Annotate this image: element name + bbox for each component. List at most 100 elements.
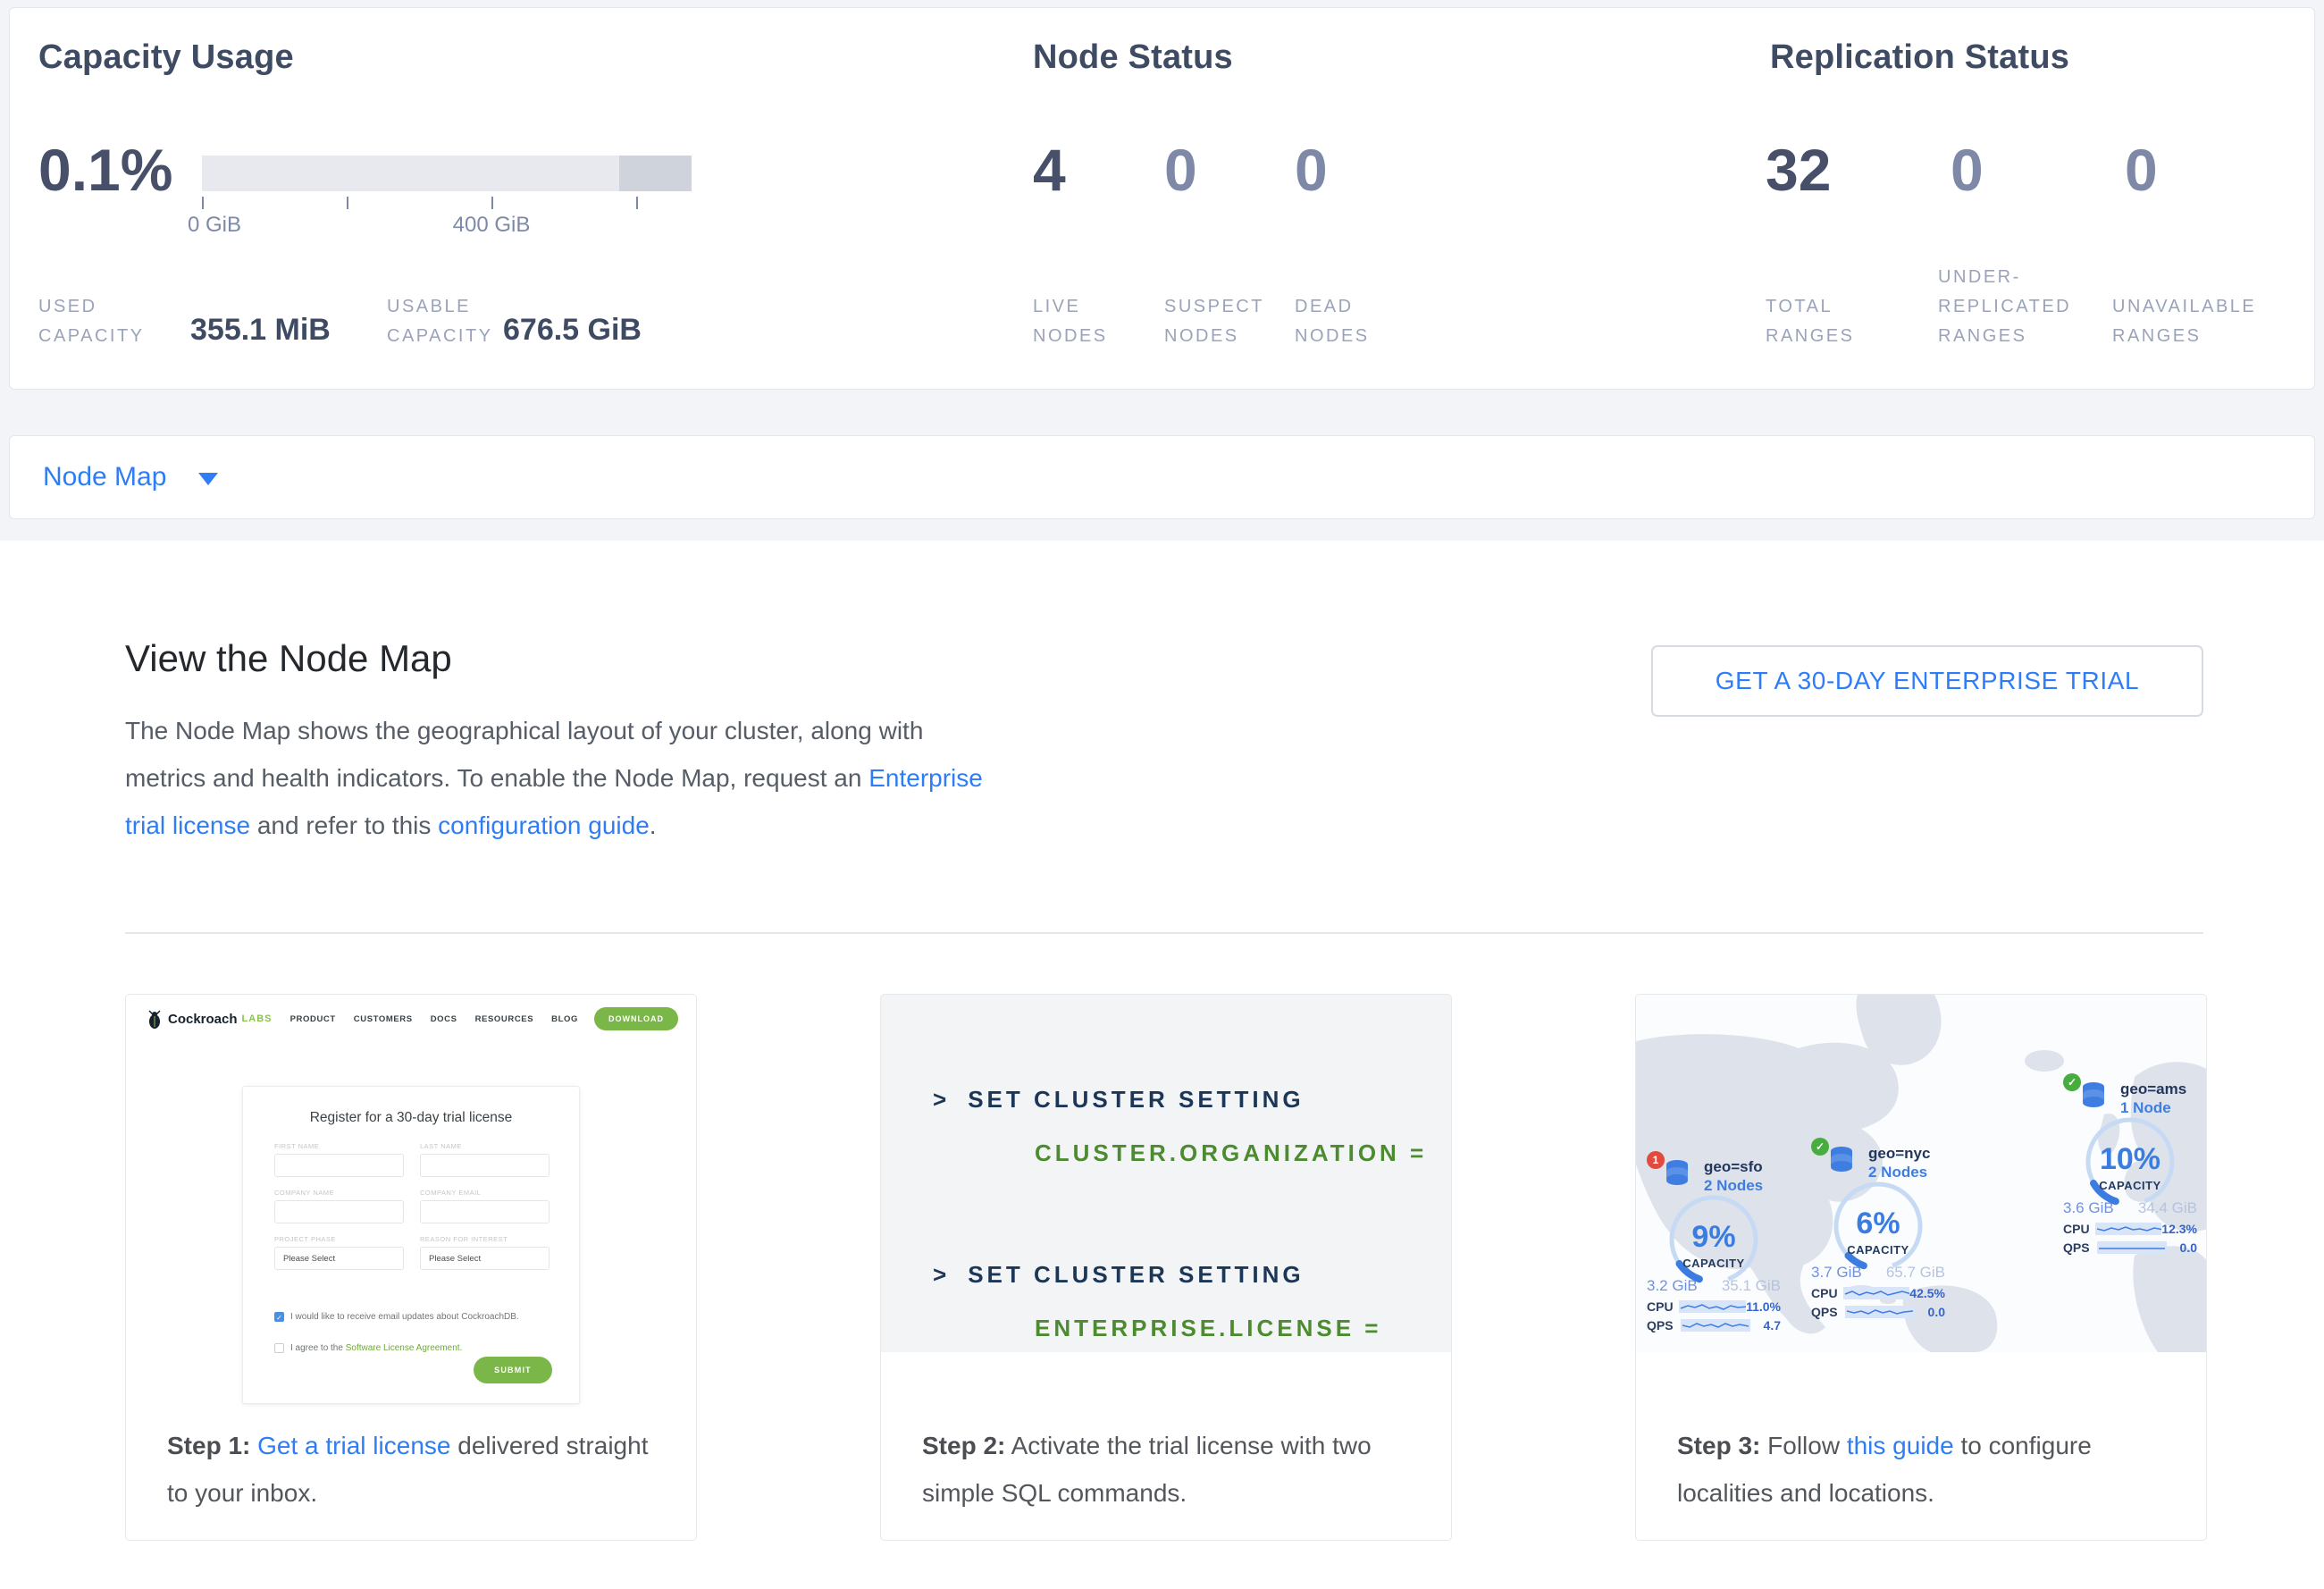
node-count: 1 Node xyxy=(2120,1098,2186,1117)
page-title: View the Node Map xyxy=(125,637,452,680)
total-ranges-value: 32 xyxy=(1766,140,1831,199)
sql-setting-name: CLUSTER.ORGANIZATION = xyxy=(1035,1139,1427,1167)
under-replicated-label: UNDER-REPLICATED RANGES xyxy=(1938,263,2117,351)
sql-prompt: > xyxy=(933,1086,950,1113)
qps-value: 0.0 xyxy=(2180,1240,2197,1255)
qps-value: 0.0 xyxy=(1928,1305,1945,1319)
cockroach-labs-logo: Cockroach LABS xyxy=(146,1009,272,1029)
sql-setting-name: ENTERPRISE.LICENSE = xyxy=(1035,1315,1381,1342)
capacity-gauge: 9% CAPACITY xyxy=(1647,1182,1781,1288)
node-status-title: Node Status xyxy=(1033,38,1233,77)
field-label: FIRST NAME xyxy=(274,1142,404,1150)
svg-text:CAPACITY: CAPACITY xyxy=(1847,1243,1909,1257)
locality-name: geo=sfo xyxy=(1704,1158,1763,1176)
download-button[interactable]: DOWNLOAD xyxy=(594,1007,678,1030)
node-map-dropdown-label: Node Map xyxy=(43,462,166,492)
qps-value: 4.7 xyxy=(1764,1318,1781,1333)
company-email-field[interactable] xyxy=(420,1200,550,1223)
healthy-badge: ✓ xyxy=(1811,1138,1829,1156)
used-capacity-value: 355.1 MiB xyxy=(190,313,331,348)
email-updates-label: I would like to receive email updates ab… xyxy=(290,1312,519,1322)
used-capacity: 3.6 GiB xyxy=(2063,1199,2114,1217)
description-text: The Node Map shows the geographical layo… xyxy=(125,717,923,792)
axis-tick xyxy=(347,197,348,209)
svg-text:6%: 6% xyxy=(1856,1206,1900,1240)
form-title: Register for a 30-day trial license xyxy=(243,1110,579,1126)
company-name-field[interactable] xyxy=(274,1200,404,1223)
get-trial-license-link[interactable]: Get a trial license xyxy=(257,1432,450,1459)
license-agree-label: I agree to the Software License Agreemen… xyxy=(290,1343,462,1353)
capacity-usage-title: Capacity Usage xyxy=(38,38,294,77)
cpu-sparkline xyxy=(1843,1287,1909,1299)
total-capacity: 35.1 GiB xyxy=(1722,1277,1781,1295)
step-1-card: Cockroach LABS PRODUCT CUSTOMERS DOCS RE… xyxy=(125,994,697,1541)
nav-item[interactable]: BLOG xyxy=(551,1014,578,1024)
get-enterprise-trial-button[interactable]: GET A 30-DAY ENTERPRISE TRIAL xyxy=(1651,645,2203,717)
total-capacity: 34.4 GiB xyxy=(2138,1199,2197,1217)
map-node-sfo: 1 geo=sfo 2 Nodes 9% CAPACITY xyxy=(1647,1158,1781,1333)
capacity-gauge: 10% CAPACITY xyxy=(2063,1105,2197,1210)
node-count: 2 Nodes xyxy=(1704,1176,1763,1195)
qps-label: QPS xyxy=(1811,1305,1845,1319)
cockroach-bug-icon xyxy=(146,1009,164,1029)
last-name-field[interactable] xyxy=(420,1154,550,1177)
cpu-label: CPU xyxy=(1811,1286,1843,1300)
suspect-nodes-label: SUSPECT NODES xyxy=(1164,292,1280,351)
map-node-ams: ✓ geo=ams 1 Node 10% CAPACITY xyxy=(2063,1080,2197,1255)
capacity-bar-chart: 0 GiB 400 GiB xyxy=(202,156,692,254)
license-agree-checkbox[interactable] xyxy=(274,1343,284,1353)
first-name-field[interactable] xyxy=(274,1154,404,1177)
nav-item[interactable]: RESOURCES xyxy=(475,1014,534,1024)
qps-label: QPS xyxy=(1647,1318,1681,1333)
nav-item[interactable]: DOCS xyxy=(431,1014,457,1024)
used-capacity: 3.7 GiB xyxy=(1811,1264,1862,1282)
nav-item[interactable]: CUSTOMERS xyxy=(354,1014,413,1024)
svg-text:10%: 10% xyxy=(2100,1142,2160,1176)
sql-commands-preview: > SET CLUSTER SETTING CLUSTER.ORGANIZATIO… xyxy=(881,995,1451,1352)
suspect-nodes-value: 0 xyxy=(1164,140,1197,199)
total-ranges-label: TOTAL RANGES xyxy=(1766,292,1900,351)
field-label: LAST NAME xyxy=(420,1142,550,1150)
qps-label: QPS xyxy=(2063,1240,2097,1255)
software-license-agreement-link[interactable]: Software License Agreement. xyxy=(346,1343,463,1353)
under-replicated-value: 0 xyxy=(1951,140,1984,199)
axis-tick-label: 400 GiB xyxy=(453,213,531,238)
view-selector-bar: Node Map xyxy=(9,435,2315,519)
this-guide-link[interactable]: this guide xyxy=(1847,1432,1954,1459)
live-nodes-value: 4 xyxy=(1033,140,1066,199)
database-icon xyxy=(2081,1080,2113,1111)
sql-command: SET CLUSTER SETTING xyxy=(968,1086,1304,1113)
unavailable-label: UNAVAILABLE RANGES xyxy=(2112,292,2291,351)
trial-registration-form: Register for a 30-day trial license FIRS… xyxy=(242,1086,580,1404)
node-count: 2 Nodes xyxy=(1868,1163,1930,1181)
axis-tick xyxy=(636,197,638,209)
database-icon xyxy=(1665,1158,1697,1189)
description-text: . xyxy=(650,811,657,839)
section-divider xyxy=(125,932,2203,934)
qps-sparkline xyxy=(1845,1306,1915,1318)
usable-capacity-value: 676.5 GiB xyxy=(503,313,642,348)
capacity-gauge: 6% CAPACITY xyxy=(1811,1169,1945,1274)
live-nodes-label: LIVE NODES xyxy=(1033,292,1149,351)
cluster-summary-panel: Capacity Usage 0.1% 0 GiB 400 GiB USED C… xyxy=(9,7,2315,390)
field-label: REASON FOR INTEREST xyxy=(420,1235,550,1243)
cpu-value: 11.0% xyxy=(1746,1299,1781,1314)
dead-nodes-value: 0 xyxy=(1295,140,1328,199)
nav-item[interactable]: PRODUCT xyxy=(290,1014,336,1024)
field-label: COMPANY NAME xyxy=(274,1189,404,1197)
usable-capacity-label: USABLE CAPACITY xyxy=(387,292,512,351)
submit-button[interactable]: SUBMIT xyxy=(474,1357,552,1383)
error-badge: 1 xyxy=(1647,1151,1665,1169)
reason-select[interactable]: Please Select xyxy=(420,1247,550,1270)
used-capacity: 3.2 GiB xyxy=(1647,1277,1698,1295)
used-capacity-label: USED CAPACITY xyxy=(38,292,192,351)
capacity-bar-other-usage xyxy=(619,156,692,191)
mini-site-nav: PRODUCT CUSTOMERS DOCS RESOURCES BLOG xyxy=(290,1014,578,1024)
configuration-guide-link[interactable]: configuration guide xyxy=(438,811,650,839)
project-phase-select[interactable]: Please Select xyxy=(274,1247,404,1270)
capacity-used-percent: 0.1% xyxy=(38,140,172,199)
email-updates-checkbox[interactable]: ✓ xyxy=(274,1312,284,1322)
sql-prompt: > xyxy=(933,1261,950,1288)
svg-text:9%: 9% xyxy=(1691,1220,1735,1254)
node-map-dropdown[interactable]: Node Map xyxy=(43,462,218,492)
